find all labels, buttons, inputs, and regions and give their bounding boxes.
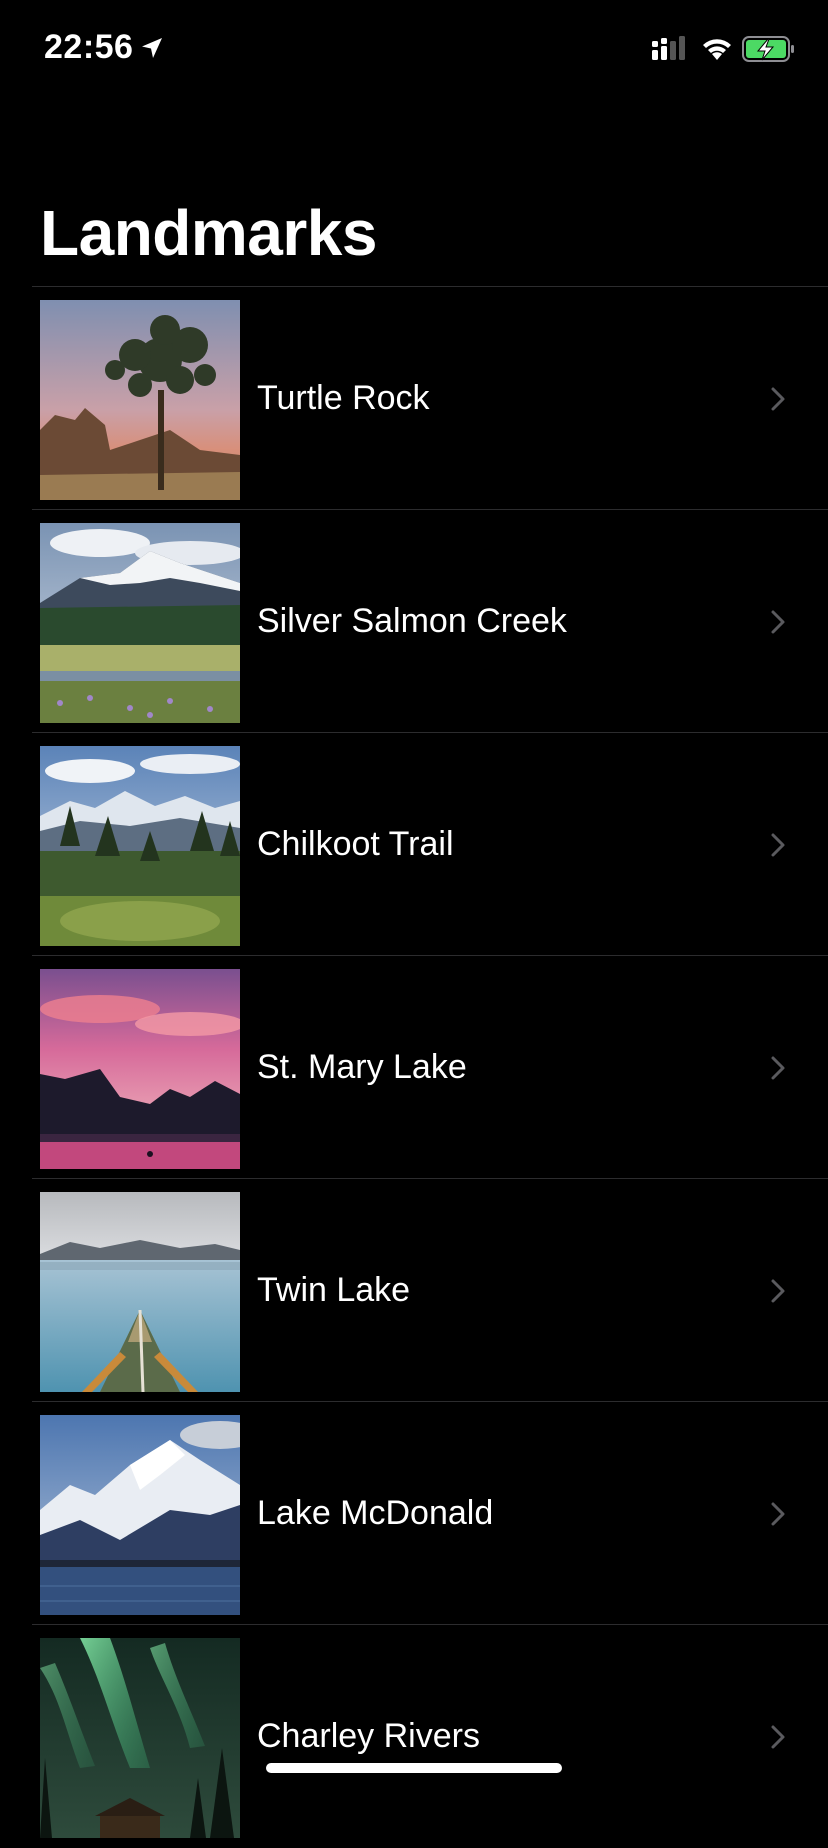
list-item-twin-lake[interactable]: Twin Lake <box>0 1179 828 1402</box>
chevron-right-icon <box>771 1056 785 1080</box>
chevron-right-icon <box>771 833 785 857</box>
list-item-silver-salmon-creek[interactable]: Silver Salmon Creek <box>0 510 828 733</box>
landmark-thumbnail <box>40 1415 240 1615</box>
wifi-icon <box>703 39 731 60</box>
landmark-thumbnail <box>40 969 240 1169</box>
snow-peak-lake-photo <box>40 1415 240 1615</box>
snowy-mountain-meadow-photo <box>40 523 240 723</box>
chevron-right-icon <box>771 1279 785 1303</box>
page-title: Landmarks <box>40 197 377 269</box>
landmark-name: Lake McDonald <box>257 1494 494 1532</box>
landmark-thumbnail <box>40 300 240 500</box>
landmark-name: Turtle Rock <box>257 379 430 417</box>
landmark-list: Turtle Rock Silver Salmon Creek Chilkoot… <box>0 287 828 1848</box>
list-item-turtle-rock[interactable]: Turtle Rock <box>0 287 828 510</box>
cellular-signal-icon <box>652 36 685 60</box>
battery-charging-icon <box>742 36 794 62</box>
landmark-name: St. Mary Lake <box>257 1048 467 1086</box>
forest-mountains-photo <box>40 746 240 946</box>
status-bar: 22:56 <box>0 0 828 100</box>
list-item-st-mary-lake[interactable]: St. Mary Lake <box>0 956 828 1179</box>
landmark-name: Chilkoot Trail <box>257 825 454 863</box>
home-indicator[interactable] <box>266 1763 562 1773</box>
landmark-name: Twin Lake <box>257 1271 411 1309</box>
list-item-charley-rivers[interactable]: Charley Rivers <box>0 1625 828 1848</box>
joshua-tree-photo <box>40 300 240 500</box>
landmark-thumbnail <box>40 746 240 946</box>
canoe-lake-photo <box>40 1192 240 1392</box>
chevron-right-icon <box>771 1725 785 1749</box>
status-time: 22:56 <box>44 28 134 66</box>
landmark-name: Charley Rivers <box>257 1717 480 1755</box>
chevron-right-icon <box>771 610 785 634</box>
location-arrow-icon <box>142 38 162 58</box>
landmark-thumbnail <box>40 1638 240 1838</box>
chevron-right-icon <box>771 1502 785 1526</box>
landmark-thumbnail <box>40 523 240 723</box>
landmark-thumbnail <box>40 1192 240 1392</box>
pink-sunset-lake-photo <box>40 969 240 1169</box>
aurora-photo <box>40 1638 240 1838</box>
list-item-chilkoot-trail[interactable]: Chilkoot Trail <box>0 733 828 956</box>
list-item-lake-mcdonald[interactable]: Lake McDonald <box>0 1402 828 1625</box>
chevron-right-icon <box>771 387 785 411</box>
landmark-name: Silver Salmon Creek <box>257 602 567 640</box>
